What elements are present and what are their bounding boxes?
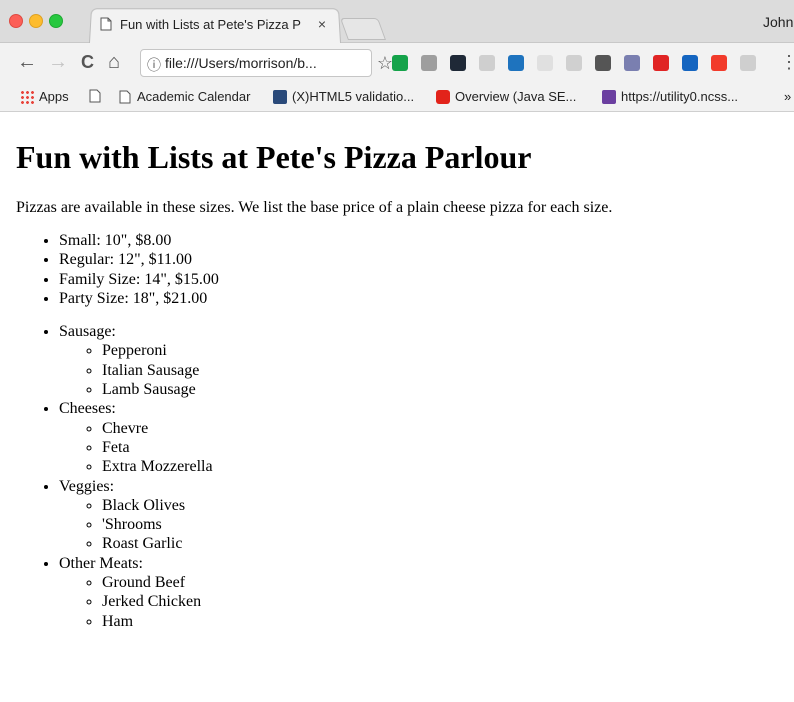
bookmark-label: Apps bbox=[39, 89, 69, 104]
bookmark-java-overview[interactable]: Overview (Java SE... bbox=[436, 89, 576, 104]
page-icon bbox=[100, 17, 112, 31]
profile-name[interactable]: John bbox=[763, 14, 793, 30]
extension-icon[interactable] bbox=[653, 55, 669, 71]
bookmark-academic-calendar[interactable]: Academic Calendar bbox=[118, 89, 250, 104]
bookmark-label: Academic Calendar bbox=[137, 89, 251, 104]
list-item: Other Meats: Ground Beef Jerked Chicken … bbox=[59, 554, 786, 631]
forward-icon[interactable]: → bbox=[48, 52, 68, 72]
list-item: Black Olives bbox=[102, 496, 786, 515]
reload-icon[interactable]: C bbox=[81, 52, 94, 72]
extension-icon[interactable] bbox=[479, 55, 495, 71]
intro-paragraph: Pizzas are available in these sizes. We … bbox=[16, 199, 613, 216]
toolbar: ← → C ⌂ ⓘ file:///Users/morrison/b... ☆ … bbox=[0, 43, 794, 83]
list-item: Roast Garlic bbox=[102, 534, 786, 553]
list-item: Family Size: 14", $15.00 bbox=[59, 270, 786, 289]
list-item: Ham bbox=[102, 612, 786, 631]
site-icon bbox=[602, 89, 616, 104]
list-item: Feta bbox=[102, 438, 786, 457]
page-title: Fun with Lists at Pete's Pizza Parlour bbox=[16, 139, 532, 175]
list-item: Veggies: Black Olives 'Shrooms Roast Gar… bbox=[59, 477, 786, 554]
window-close-button[interactable] bbox=[9, 14, 23, 28]
list-item: Jerked Chicken bbox=[102, 592, 786, 611]
category-label: Cheeses: bbox=[59, 400, 116, 418]
sub-list: Pepperoni Italian Sausage Lamb Sausage bbox=[59, 341, 786, 399]
category-label: Sausage: bbox=[59, 323, 116, 341]
extension-icon[interactable] bbox=[450, 55, 466, 71]
bookmark-html5-validator[interactable]: (X)HTML5 validatio... bbox=[273, 89, 414, 104]
extension-icon[interactable] bbox=[624, 55, 640, 71]
info-icon[interactable]: ⓘ bbox=[147, 55, 161, 75]
extension-icon[interactable] bbox=[537, 55, 553, 71]
tab-title: Fun with Lists at Pete's Pizza P bbox=[120, 16, 301, 32]
list-item: Chevre bbox=[102, 419, 786, 438]
category-label: Veggies: bbox=[59, 477, 115, 495]
apps-grid-icon bbox=[20, 89, 34, 104]
address-bar[interactable]: ⓘ file:///Users/morrison/b... ☆ bbox=[140, 49, 393, 77]
list-item: Small: 10", $8.00 bbox=[59, 231, 786, 250]
sub-list: Ground Beef Jerked Chicken Ham bbox=[59, 573, 786, 631]
url-text[interactable]: file:///Users/morrison/b... bbox=[165, 55, 317, 71]
new-tab-button[interactable] bbox=[339, 18, 387, 40]
extension-icon[interactable] bbox=[392, 55, 408, 71]
browser-chrome: Fun with Lists at Pete's Pizza P × John … bbox=[0, 0, 794, 118]
bookmark-apps[interactable]: Apps bbox=[20, 89, 69, 104]
window-maximize-button[interactable] bbox=[49, 14, 63, 28]
home-icon[interactable]: ⌂ bbox=[108, 52, 120, 72]
page-content: Fun with Lists at Pete's Pizza Parlour P… bbox=[16, 118, 786, 631]
bookmark-star-icon[interactable]: ☆ bbox=[377, 53, 393, 74]
category-label: Other Meats: bbox=[59, 554, 143, 572]
list-item: Pepperoni bbox=[102, 341, 786, 360]
extension-icon[interactable] bbox=[566, 55, 582, 71]
list-item: 'Shrooms bbox=[102, 515, 786, 534]
page-icon bbox=[89, 89, 101, 103]
extension-icon[interactable] bbox=[711, 55, 727, 71]
toppings-list: Sausage: Pepperoni Italian Sausage Lamb … bbox=[16, 322, 786, 631]
back-icon[interactable]: ← bbox=[17, 52, 37, 72]
list-item: Lamb Sausage bbox=[102, 380, 786, 399]
sizes-list: Small: 10", $8.00 Regular: 12", $11.00 F… bbox=[16, 231, 786, 308]
bookmark-label: (X)HTML5 validatio... bbox=[292, 89, 415, 104]
extension-icon[interactable] bbox=[740, 55, 756, 71]
window-minimize-button[interactable] bbox=[29, 14, 43, 28]
oracle-icon bbox=[436, 89, 450, 104]
list-item: Sausage: Pepperoni Italian Sausage Lamb … bbox=[59, 322, 786, 399]
extension-icon[interactable] bbox=[682, 55, 698, 71]
tab-close-icon[interactable]: × bbox=[314, 16, 330, 32]
bookmark-blank-page[interactable] bbox=[88, 89, 107, 103]
bookmark-utility[interactable]: https://utility0.ncss... bbox=[602, 89, 738, 104]
list-item: Italian Sausage bbox=[102, 361, 786, 380]
sub-list: Black Olives 'Shrooms Roast Garlic bbox=[59, 496, 786, 554]
list-item: Party Size: 18", $21.00 bbox=[59, 289, 786, 308]
list-item: Extra Mozzerella bbox=[102, 457, 786, 476]
page-icon bbox=[119, 90, 131, 103]
extension-icon[interactable] bbox=[595, 55, 611, 71]
list-item: Cheeses: Chevre Feta Extra Mozzerella bbox=[59, 399, 786, 476]
extension-icon[interactable] bbox=[508, 55, 524, 71]
tab-strip: Fun with Lists at Pete's Pizza P × John bbox=[0, 0, 794, 43]
menu-icon[interactable]: ⋮ bbox=[780, 52, 794, 73]
list-item: Regular: 12", $11.00 bbox=[59, 250, 786, 269]
list-item: Ground Beef bbox=[102, 573, 786, 592]
bookmarks-bar: Apps Academic Calendar (X)HTML5 validati… bbox=[0, 83, 794, 112]
bookmark-label: https://utility0.ncss... bbox=[621, 89, 739, 104]
sub-list: Chevre Feta Extra Mozzerella bbox=[59, 419, 786, 477]
bookmarks-overflow-icon[interactable]: » bbox=[784, 89, 791, 104]
bookmark-label: Overview (Java SE... bbox=[455, 89, 577, 104]
tab-content[interactable]: Fun with Lists at Pete's Pizza P × bbox=[100, 13, 330, 35]
validator-icon bbox=[273, 89, 287, 104]
extension-icon[interactable] bbox=[421, 55, 437, 71]
